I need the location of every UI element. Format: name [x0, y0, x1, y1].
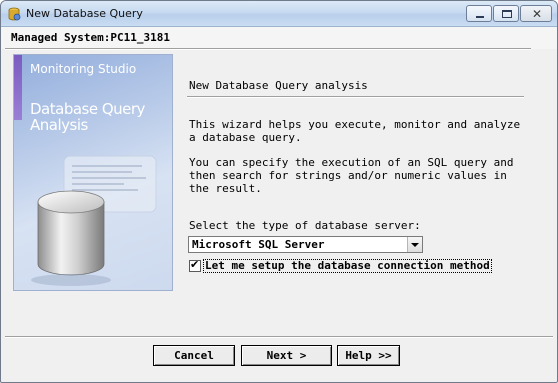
database-cylinder-icon [31, 155, 157, 286]
next-button[interactable]: Next > [241, 345, 332, 366]
banner-product-name: Monitoring Studio [30, 62, 137, 76]
minimize-icon [476, 16, 484, 18]
setup-connection-label[interactable]: Let me setup the database connection met… [203, 259, 492, 273]
header-divider [5, 48, 531, 50]
database-query-icon [8, 7, 21, 21]
heading-divider [187, 96, 524, 98]
footer-divider [5, 336, 553, 338]
window-title: New Database Query [26, 7, 143, 20]
minimize-button[interactable] [466, 5, 492, 22]
wizard-description: This wizard helps you execute, monitor a… [189, 118, 521, 144]
db-server-type-value: Microsoft SQL Server [192, 238, 325, 251]
managed-system-label: Managed System:PC11_3181 [11, 31, 170, 44]
checkmark-icon: ✔ [190, 258, 200, 271]
close-button[interactable]: ✕ [520, 5, 552, 22]
title-bar[interactable]: New Database Query ✕ [1, 1, 557, 27]
close-icon: ✕ [532, 7, 543, 21]
chevron-down-icon[interactable] [407, 237, 422, 252]
setup-connection-checkbox[interactable]: ✔ [189, 258, 201, 272]
db-server-type-select[interactable]: Microsoft SQL Server [188, 236, 423, 253]
banner-accent-stripe [14, 55, 22, 120]
maximize-button[interactable] [493, 5, 519, 22]
cancel-button[interactable]: Cancel [153, 345, 235, 366]
maximize-icon [502, 10, 512, 18]
wizard-banner: Monitoring Studio Database Query Analysi… [13, 54, 173, 291]
dialog-window: New Database Query ✕ Managed System:PC11… [0, 0, 558, 383]
banner-title: Database Query Analysis [30, 100, 145, 134]
help-button[interactable]: Help >> [337, 345, 400, 366]
db-server-type-label: Select the type of database server: [189, 219, 421, 232]
wizard-heading: New Database Query analysis [189, 79, 368, 92]
wizard-details: You can specify the execution of an SQL … [189, 156, 514, 195]
